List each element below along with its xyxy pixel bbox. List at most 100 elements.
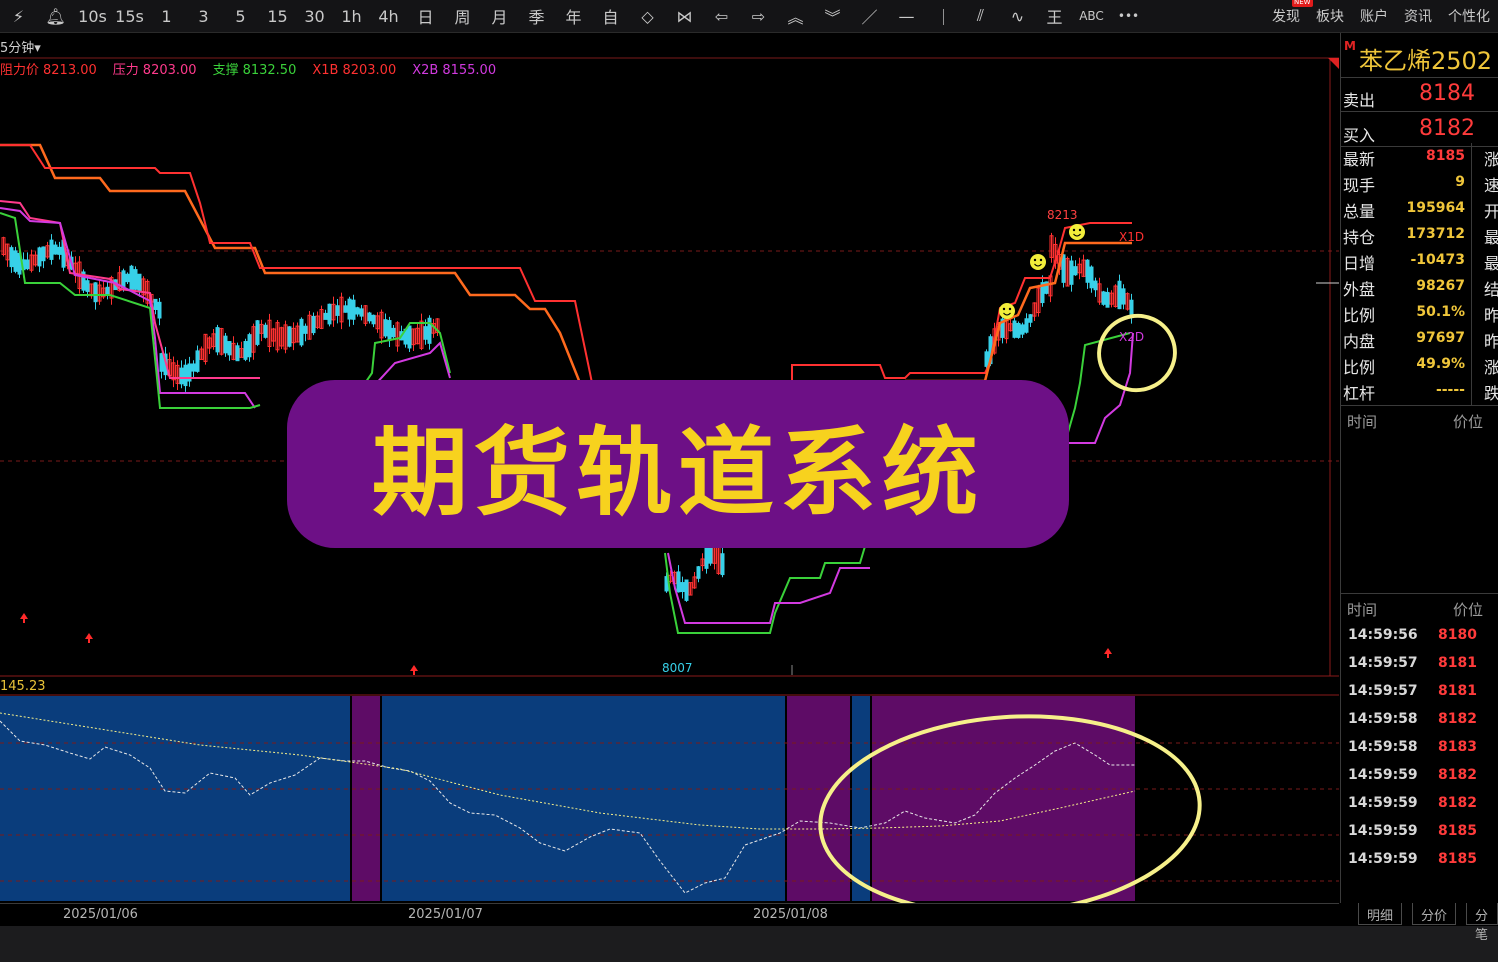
quote-value: 8185 bbox=[1426, 148, 1465, 164]
high-price-label: 8213 bbox=[1047, 208, 1078, 222]
quote-value: -10473 bbox=[1410, 252, 1465, 268]
quote-row: 总量 195964 开 bbox=[1341, 195, 1498, 221]
symbol-header[interactable]: M 苯乙烯2502 bbox=[1341, 33, 1498, 78]
highlight-circle-price bbox=[1097, 313, 1177, 393]
period-button-2[interactable]: 10s bbox=[74, 7, 111, 26]
period-button-16[interactable]: 自 bbox=[592, 4, 629, 28]
tick-time: 14:59:56 bbox=[1348, 627, 1418, 643]
quote-value: 97697 bbox=[1416, 330, 1465, 346]
trend-line-icon[interactable]: ／ bbox=[851, 4, 888, 28]
period-button-3[interactable]: 15s bbox=[111, 7, 148, 26]
menu-item-0[interactable]: 发现 NEW bbox=[1272, 0, 1313, 26]
text-tool-icon[interactable]: ABC bbox=[1073, 9, 1110, 23]
low-price-label: 8007 bbox=[662, 661, 693, 675]
buy-arrow-icon bbox=[85, 633, 93, 639]
horizontal-line-icon[interactable]: — bbox=[888, 7, 925, 26]
quote-label-secondary: 速 bbox=[1484, 176, 1498, 195]
quote-label: 总量 bbox=[1343, 202, 1376, 221]
menu-item-1[interactable]: 板块 bbox=[1316, 6, 1344, 26]
legend-value: 8155.00 bbox=[442, 63, 497, 78]
arrow-down-double-icon[interactable]: ︾ bbox=[814, 4, 851, 28]
resistance-line-right bbox=[791, 222, 1132, 383]
period-button-8[interactable]: 30 bbox=[296, 7, 333, 26]
x1d-label: X1D bbox=[1119, 230, 1144, 244]
period-button-13[interactable]: 月 bbox=[481, 4, 518, 28]
period-button-15[interactable]: 年 bbox=[555, 4, 592, 28]
bid-row[interactable]: 买入 8182 bbox=[1341, 112, 1498, 147]
smiley-signal-icon bbox=[1069, 224, 1085, 240]
tick-price: 8182 bbox=[1438, 711, 1477, 727]
period-button-10[interactable]: 4h bbox=[370, 7, 407, 26]
tick-time: 14:59:59 bbox=[1348, 851, 1418, 867]
shrink-horizontal-icon[interactable]: ◇ bbox=[629, 7, 666, 26]
legend-label: 阻力价 bbox=[0, 63, 40, 78]
price-header: 价位 bbox=[1453, 413, 1484, 431]
lightning-icon[interactable]: ⚡︎ bbox=[0, 7, 37, 26]
quote-row: 最新 8185 涨 bbox=[1341, 143, 1498, 169]
fibonacci-icon[interactable]: 王 bbox=[1036, 4, 1073, 28]
legend-item: 压力 8203.00 bbox=[113, 63, 205, 78]
tick-row: 14:59:58 8183 bbox=[1341, 734, 1498, 762]
tick-time: 14:59:57 bbox=[1348, 683, 1418, 699]
tick-time: 14:59:59 bbox=[1348, 795, 1418, 811]
status-bar bbox=[0, 926, 1498, 962]
tick-price: 8185 bbox=[1438, 823, 1477, 839]
bell-icon[interactable]: 🔔︎ bbox=[37, 7, 74, 26]
chevron-down-icon[interactable]: ▾ bbox=[34, 41, 41, 56]
column-divider bbox=[1471, 143, 1472, 405]
more-icon[interactable]: ••• bbox=[1110, 9, 1147, 23]
period-label[interactable]: 5分钟 bbox=[0, 41, 34, 56]
quote-label: 持仓 bbox=[1343, 228, 1376, 247]
period-button-11[interactable]: 日 bbox=[407, 4, 444, 28]
tick-time: 14:59:58 bbox=[1348, 711, 1418, 727]
ask-row[interactable]: 卖出 8184 bbox=[1341, 77, 1498, 112]
menu-item-label: 资讯 bbox=[1404, 9, 1432, 25]
market-marker: M bbox=[1344, 39, 1356, 53]
tick-price: 8183 bbox=[1438, 739, 1477, 755]
arrow-up-double-icon[interactable]: ︽ bbox=[777, 4, 814, 28]
arrow-right-icon[interactable]: ⇨ bbox=[740, 7, 777, 26]
menu-item-2[interactable]: 账户 bbox=[1360, 6, 1388, 26]
legend-label: 压力 bbox=[112, 63, 139, 78]
period-button-6[interactable]: 5 bbox=[222, 7, 259, 26]
period-button-7[interactable]: 15 bbox=[259, 7, 296, 26]
quote-label: 外盘 bbox=[1343, 280, 1376, 299]
period-button-12[interactable]: 周 bbox=[444, 4, 481, 28]
menu-item-4[interactable]: 个性化 bbox=[1448, 6, 1490, 26]
period-button-9[interactable]: 1h bbox=[333, 7, 370, 26]
period-button-4[interactable]: 1 bbox=[148, 7, 185, 26]
vertical-line-icon[interactable]: ｜ bbox=[925, 4, 962, 28]
tab-price-distribution[interactable]: 分价 bbox=[1412, 903, 1457, 925]
time-header: 时间 bbox=[1347, 413, 1378, 431]
quote-label: 日增 bbox=[1343, 254, 1376, 273]
legend-value: 8132.50 bbox=[242, 63, 297, 78]
arrow-left-icon[interactable]: ⇦ bbox=[703, 7, 740, 26]
quote-row: 持仓 173712 最 bbox=[1341, 221, 1498, 247]
buy-arrow-icon bbox=[20, 613, 28, 619]
quote-label-secondary: 昨 bbox=[1484, 332, 1498, 351]
tab-trades[interactable]: 分笔 bbox=[1466, 903, 1498, 943]
expand-horizontal-icon[interactable]: ⋈ bbox=[666, 7, 703, 26]
quote-value: 50.1% bbox=[1416, 304, 1465, 320]
tick-price: 8181 bbox=[1438, 683, 1477, 699]
tab-detail[interactable]: 明细 bbox=[1358, 903, 1403, 925]
quote-value: 9 bbox=[1455, 174, 1465, 190]
parallel-line-icon[interactable]: ⫽ bbox=[962, 6, 999, 26]
period-selector[interactable]: 5分钟▾ bbox=[0, 37, 41, 56]
period-button-5[interactable]: 3 bbox=[185, 7, 222, 26]
tick-row: 14:59:57 8181 bbox=[1341, 678, 1498, 706]
smiley-signal-icon bbox=[999, 303, 1015, 319]
quote-label: 比例 bbox=[1343, 358, 1376, 377]
menu-item-3[interactable]: 资讯 bbox=[1404, 6, 1432, 26]
quote-label: 内盘 bbox=[1343, 332, 1376, 351]
legend-value: 8203.00 bbox=[342, 63, 397, 78]
quote-label: 最新 bbox=[1343, 150, 1376, 169]
period-button-14[interactable]: 季 bbox=[518, 4, 555, 28]
overlay-title-banner: 期货轨道系统 bbox=[287, 380, 1069, 548]
quote-label: 杠杆 bbox=[1343, 384, 1376, 403]
quote-label-secondary: 跌 bbox=[1484, 384, 1498, 403]
symbol-name[interactable]: 苯乙烯2502 bbox=[1359, 41, 1492, 76]
quote-value: 49.9% bbox=[1416, 356, 1465, 372]
wave-icon[interactable]: ∿ bbox=[999, 7, 1036, 26]
buy-arrow-icon bbox=[410, 665, 418, 671]
